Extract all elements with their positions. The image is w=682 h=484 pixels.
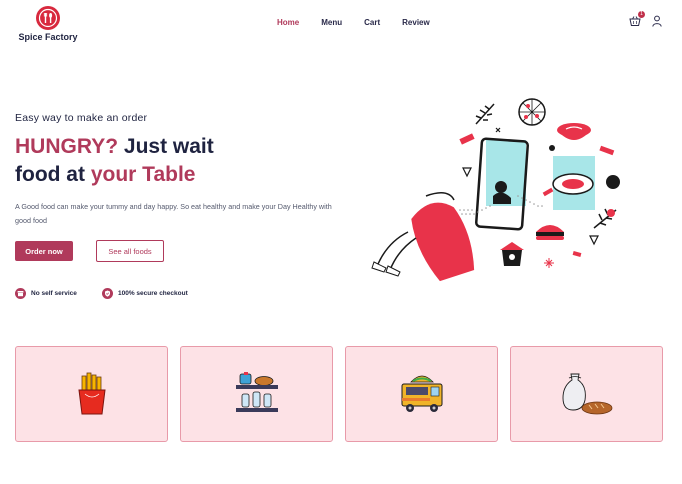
fork-spoon-logo-icon — [36, 6, 60, 30]
headline-food-at: food at — [15, 163, 91, 186]
food-truck-icon — [401, 375, 442, 412]
person-ordering-food-on-phone-illustration — [371, 98, 620, 282]
hero-eyebrow: Easy way to make an order — [15, 112, 148, 124]
feature-label: No self service — [31, 290, 77, 297]
feature-label: 100% secure checkout — [118, 290, 188, 297]
french-fries-icon — [77, 372, 106, 415]
nav-menu[interactable]: Menu — [321, 18, 342, 27]
headline-hungry: HUNGRY? — [15, 135, 119, 158]
store-icon — [15, 288, 26, 299]
category-card-bread[interactable] — [510, 346, 663, 442]
nav-review[interactable]: Review — [402, 18, 430, 27]
bakery-shelf-icon — [235, 372, 278, 412]
category-card-bakery[interactable] — [180, 346, 333, 442]
see-all-foods-button[interactable]: See all foods — [96, 240, 164, 262]
brand-logo[interactable]: Spice Factory — [18, 6, 78, 42]
feature-secure-checkout: 100% secure checkout — [102, 288, 188, 299]
brand-name: Spice Factory — [18, 32, 78, 42]
category-card-fries[interactable] — [15, 346, 168, 442]
bread-and-flour-icon — [562, 373, 612, 415]
cart-count-badge: 1 — [638, 11, 645, 18]
headline-your-table: your Table — [90, 163, 196, 186]
shield-check-icon — [102, 288, 113, 299]
feature-no-self-service: No self service — [15, 288, 77, 299]
hero-description: A Good food can make your tummy and day … — [15, 202, 332, 225]
category-card-food-truck[interactable] — [345, 346, 498, 442]
headline-just-wait: Just wait — [118, 135, 214, 158]
user-icon[interactable] — [652, 15, 662, 27]
main-nav: Home Menu Cart Review — [277, 18, 430, 27]
order-now-button[interactable]: Order now — [15, 241, 73, 261]
hero-headline: HUNGRY? Just wait food at your Table — [15, 133, 214, 189]
nav-home[interactable]: Home — [277, 18, 299, 27]
nav-cart[interactable]: Cart — [364, 18, 380, 27]
